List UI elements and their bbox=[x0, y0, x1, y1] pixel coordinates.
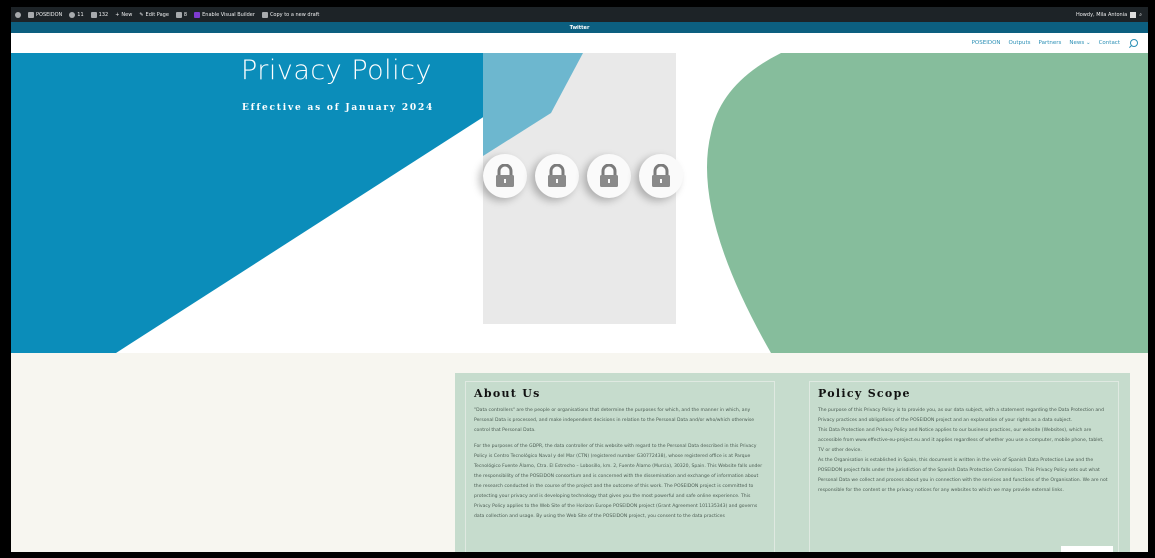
copy-icon bbox=[261, 11, 268, 18]
lock-icon bbox=[639, 154, 683, 198]
nav-item-news[interactable]: News ⌄ bbox=[1069, 40, 1090, 46]
wordpress-logo-icon[interactable] bbox=[15, 11, 21, 18]
lock-icon bbox=[587, 154, 631, 198]
browser-viewport: POSEIDON 11 132 + New ✎ Edit Page 8 Enable… bbox=[11, 7, 1148, 552]
comment-icon bbox=[90, 11, 97, 18]
lock-icon bbox=[483, 154, 527, 198]
lock-icon bbox=[535, 154, 579, 198]
wpforms-link[interactable]: 8 bbox=[175, 11, 187, 18]
about-us-paragraph: For the purposes of the GDPR, the data c… bbox=[474, 444, 763, 519]
search-icon[interactable]: ⌕ bbox=[1139, 12, 1142, 18]
nav-item-partners[interactable]: Partners bbox=[1039, 40, 1062, 46]
search-icon[interactable] bbox=[1130, 39, 1138, 47]
back-to-top-button[interactable] bbox=[1061, 546, 1113, 552]
divi-icon bbox=[194, 11, 201, 18]
policy-scope-paragraph: As the Organisation is established in Sp… bbox=[818, 458, 1108, 493]
policy-scope-column: Policy Scope The purpose of this Privacy… bbox=[809, 381, 1119, 552]
about-us-column: About Us "Data controllers" are the peop… bbox=[465, 381, 775, 552]
lock-row bbox=[483, 154, 683, 198]
hero-section: Privacy Policy Effective as of January 2… bbox=[11, 53, 1148, 353]
pencil-icon: ✎ bbox=[139, 11, 144, 18]
forms-icon bbox=[175, 11, 182, 18]
green-shape bbox=[707, 53, 1148, 353]
nav-item-poseidon[interactable]: POSEIDON bbox=[972, 40, 1001, 46]
edit-page-link[interactable]: ✎ Edit Page bbox=[139, 12, 169, 18]
site-name-link[interactable]: POSEIDON bbox=[28, 11, 62, 18]
nav-item-outputs[interactable]: Outputs bbox=[1009, 40, 1031, 46]
home-icon bbox=[28, 11, 34, 18]
page-title: Privacy Policy bbox=[241, 55, 433, 86]
comments-link[interactable]: 132 bbox=[90, 11, 108, 18]
about-us-paragraph: "Data controllers" are the people or org… bbox=[474, 408, 755, 433]
account-greeting[interactable]: Howdy, Mila Antonia bbox=[1076, 12, 1127, 18]
plus-icon: + bbox=[115, 11, 120, 18]
policy-scope-heading: Policy Scope bbox=[818, 387, 911, 400]
main-nav: POSEIDON Outputs Partners News ⌄ Contact bbox=[11, 33, 1148, 53]
nav-item-news-label: News bbox=[1069, 40, 1085, 46]
copy-draft-link[interactable]: Copy to a new draft bbox=[261, 11, 319, 18]
page-subtitle: Effective as of January 2024 bbox=[242, 103, 435, 113]
avatar[interactable] bbox=[1130, 11, 1137, 18]
hero-background bbox=[11, 53, 1148, 353]
policy-scope-paragraph: This Data Protection and Privacy Policy … bbox=[818, 428, 1104, 453]
nav-item-contact[interactable]: Contact bbox=[1099, 40, 1120, 46]
visual-builder-link[interactable]: Enable Visual Builder bbox=[194, 11, 255, 18]
twitter-link[interactable]: Twitter bbox=[570, 25, 590, 31]
policy-scope-paragraph: The purpose of this Privacy Policy is to… bbox=[818, 408, 1105, 423]
social-bar: Twitter bbox=[11, 22, 1148, 33]
refresh-icon bbox=[69, 11, 76, 18]
wp-admin-bar: POSEIDON 11 132 + New ✎ Edit Page 8 Enable… bbox=[11, 7, 1148, 22]
updates-link[interactable]: 11 bbox=[69, 11, 84, 18]
chevron-down-icon: ⌄ bbox=[1085, 40, 1091, 46]
new-content-link[interactable]: + New bbox=[115, 12, 132, 18]
policy-panel: About Us "Data controllers" are the peop… bbox=[455, 373, 1130, 552]
about-us-heading: About Us bbox=[474, 387, 541, 400]
content-section: About Us "Data controllers" are the peop… bbox=[11, 353, 1148, 552]
